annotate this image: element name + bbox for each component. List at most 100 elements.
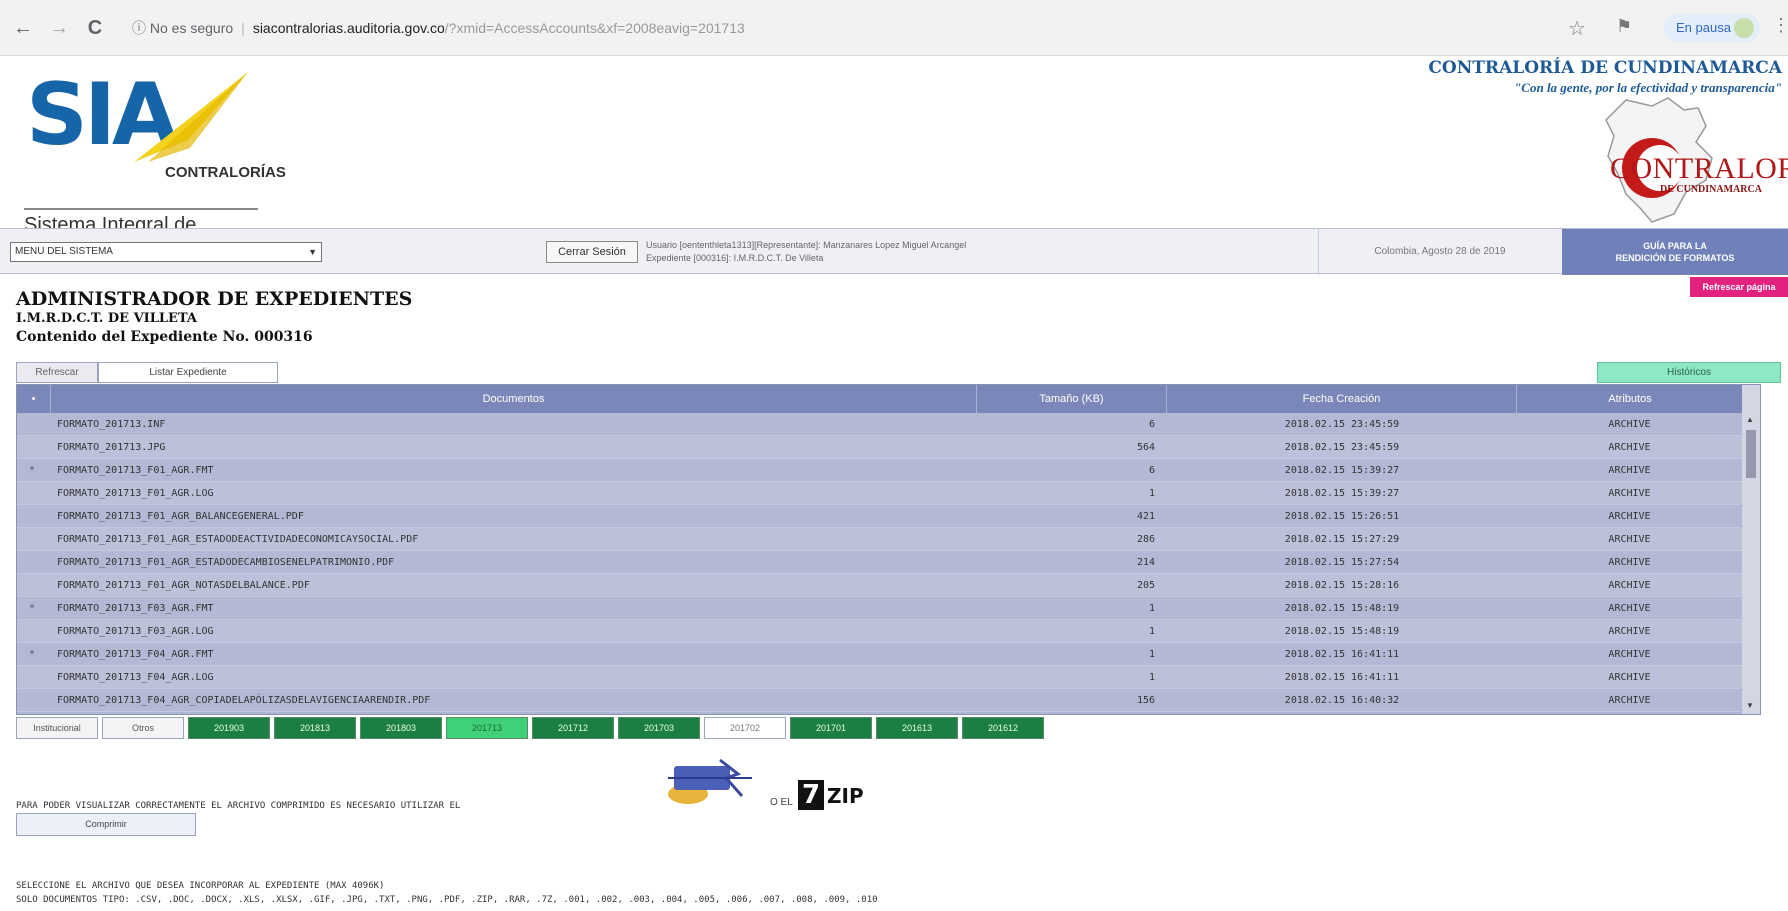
refresh-page-button[interactable]: Refrescar página [1690,277,1788,297]
scroll-down-icon[interactable]: ▼ [1746,701,1754,710]
document-size: 1 [1148,603,1155,614]
reload-icon[interactable]: C [84,17,106,39]
period-tab[interactable]: 201703 [618,717,700,739]
document-date: 2018.02.15 16:41:11 [1284,672,1400,683]
table-row[interactable]: FORMATO_201713_F04_AGR_COPIADELAPÓLIZASD… [17,689,1760,712]
document-name[interactable]: FORMATO_201713_F04_AGR_COPIADELAPÓLIZASD… [57,689,430,712]
period-tab[interactable]: 201813 [274,717,356,739]
chevron-down-icon: ▼ [308,247,317,257]
document-name[interactable]: FORMATO_201713.INF [57,413,165,436]
period-tab[interactable]: 201701 [790,717,872,739]
table-row[interactable]: * FORMATO_201713_F01_AGR.FMT 6 2018.02.15 1… [17,459,1760,482]
document-name[interactable]: FORMATO_201713_F01_AGR.LOG [57,482,214,505]
system-menu-label: MENU DEL SISTEMA [15,246,113,257]
period-tab[interactable]: 201903 [188,717,270,739]
period-tab[interactable]: Otros [102,717,184,739]
document-name[interactable]: FORMATO_201713_F01_AGR_BALANCEGENERAL.PD… [57,505,304,528]
table-row[interactable]: FORMATO_201713_F01_AGR_ESTADODEACTIVIDAD… [17,528,1760,551]
period-tab[interactable]: 201712 [532,717,614,739]
document-size: 205 [1136,580,1155,591]
page-title: ADMINISTRADOR DE EXPEDIENTES [16,288,413,310]
entity-name: I.M.R.D.C.T. DE VILLETA [16,311,197,326]
table-row[interactable]: FORMATO_201713_F01_AGR_NOTASDELBALANCE.P… [17,574,1760,597]
entity-title: CONTRALORÍA DE CUNDINAMARCA [1428,58,1782,78]
user-info: Usuario [oententhleta1313][Representante… [646,239,1316,265]
expediente-line: Expediente [000316]: I.M.R.D.C.T. De Vil… [646,253,824,263]
table-row[interactable]: FORMATO_201713_F01_AGR.LOG 1 2018.02.15 15… [17,482,1760,505]
document-name[interactable]: FORMATO_201713_F01_AGR_ESTADODECAMBIOSEN… [57,551,394,574]
document-name[interactable]: FORMATO_201713.JPG [57,436,165,459]
document-size: 214 [1136,557,1155,568]
7zip-logo[interactable]: 7 ZIP [798,780,864,810]
back-icon[interactable]: ← [12,17,34,39]
address-bar[interactable]: ⓘ No es seguro | siacontralorias.auditoria… [132,13,1532,43]
user-line: Usuario [oententhleta1313][Representante… [646,240,967,250]
star-icon[interactable]: ☆ [1568,16,1586,41]
document-name[interactable]: FORMATO_201713_F01_AGR_NOTASDELBALANCE.P… [57,574,310,597]
tab-refrescar[interactable]: Refrescar [16,362,98,383]
select-file-text: SELECCIONE EL ARCHIVO QUE DESEA INCORPOR… [16,881,385,891]
historicos-button[interactable]: Históricos [1597,362,1781,383]
document-name[interactable]: FORMATO_201713_F01_AGR.FMT [57,459,214,482]
table-row[interactable]: FORMATO_201713.JPG 564 2018.02.15 23:45:59… [17,436,1760,459]
documents-table: • Documentos Tamaño (KB) Fecha Creación … [16,384,1761,715]
period-tab[interactable]: 201613 [876,717,958,739]
document-name[interactable]: FORMATO_201713_F01_AGR_ESTADODEACTIVIDAD… [57,528,418,551]
document-size: 1 [1148,672,1155,683]
document-date: 2018.02.15 15:28:16 [1284,580,1400,591]
document-name[interactable]: FORMATO_201713_F04_AGR.FMT [57,643,214,666]
period-tab[interactable]: 201612 [962,717,1044,739]
sia-logo-tag: CONTRALORÍAS [165,164,286,181]
date-header[interactable]: Fecha Creación [1167,385,1517,413]
entity-logo-sub: DE CUNDINAMARCA [1660,184,1762,195]
period-tab[interactable]: 201702 [704,717,786,739]
table-row[interactable]: FORMATO_201713_F03_AGR.LOG 1 2018.02.15 15… [17,620,1760,643]
table-header: • Documentos Tamaño (KB) Fecha Creación … [17,385,1760,413]
table-row[interactable]: FORMATO_201713_F01_AGR_ESTADODECAMBIOSEN… [17,551,1760,574]
size-header[interactable]: Tamaño (KB) [977,385,1167,413]
table-scrollbar[interactable]: ▲ ▼ [1742,385,1760,714]
7zip-logo-word: ZIP [827,784,864,808]
documents-header[interactable]: Documentos [51,385,977,413]
winrar-logo[interactable] [660,756,760,808]
document-name[interactable]: FORMATO_201713_F04_AGR.LOG [57,666,214,689]
document-attributes: ARCHIVE [1608,534,1651,545]
table-row[interactable]: FORMATO_201713_F04_AGR.LOG 1 2018.02.15 16… [17,666,1760,689]
tab-listar-expediente[interactable]: Listar Expediente [98,362,278,383]
system-menu-select[interactable]: MENU DEL SISTEMA ▼ [10,242,322,262]
attributes-header[interactable]: Atributos [1517,385,1744,413]
scroll-up-icon[interactable]: ▲ [1746,415,1754,424]
flag-icon[interactable]: ⚑ [1616,16,1632,37]
guide-button[interactable]: GUÍA PARA LA RENDICIÓN DE FORMATOS [1562,229,1788,275]
logout-button[interactable]: Cerrar Sesión [546,241,638,263]
guide-label-1: GUÍA PARA LA [1643,241,1707,251]
compress-button[interactable]: Comprimir [16,813,196,836]
scrollbar-thumb[interactable] [1746,430,1756,478]
table-row[interactable]: FORMATO_201713_F01_AGR_BALANCEGENERAL.PD… [17,505,1760,528]
document-size: 1 [1148,626,1155,637]
document-date: 2018.02.15 15:48:19 [1284,603,1400,614]
document-attributes: ARCHIVE [1608,672,1651,683]
document-attributes: ARCHIVE [1608,580,1651,591]
period-tab[interactable]: 201713 [446,717,528,739]
period-tab[interactable]: Institucional [16,717,98,739]
kebab-icon[interactable]: ⋮ [1772,15,1788,36]
document-name[interactable]: FORMATO_201713_F03_AGR.LOG [57,620,214,643]
table-row[interactable]: FORMATO_201713.INF 6 2018.02.15 23:45:59 AR… [17,413,1760,436]
document-attributes: ARCHIVE [1608,419,1651,430]
url-domain: siacontralorias.auditoria.gov.co [252,20,445,36]
forward-icon[interactable]: → [48,17,70,39]
document-date: 2018.02.15 23:45:59 [1284,419,1400,430]
current-date: Colombia, Agosto 28 de 2019 [1374,246,1506,257]
table-row[interactable]: * FORMATO_201713_F04_AGR.FMT 1 2018.02.15 1… [17,643,1760,666]
table-row[interactable]: * FORMATO_201713_F03_AGR.FMT 1 2018.02.15 1… [17,597,1760,620]
allowed-types-text: SOLO DOCUMENTOS TIPO: .CSV, .DOC, .DOCX,… [16,895,878,905]
info-icon[interactable]: ⓘ [132,20,146,36]
profile-pause-button[interactable]: En pausa [1664,14,1760,42]
document-name[interactable]: FORMATO_201713_F03_AGR.FMT [57,597,214,620]
period-tab[interactable]: 201803 [360,717,442,739]
document-date: 2018.02.15 15:26:51 [1284,511,1400,522]
sia-logo: SIA CONTRALORÍAS Sistema Integral de Aud… [20,60,286,259]
divider [24,208,258,210]
select-all-header[interactable]: • [17,385,51,413]
